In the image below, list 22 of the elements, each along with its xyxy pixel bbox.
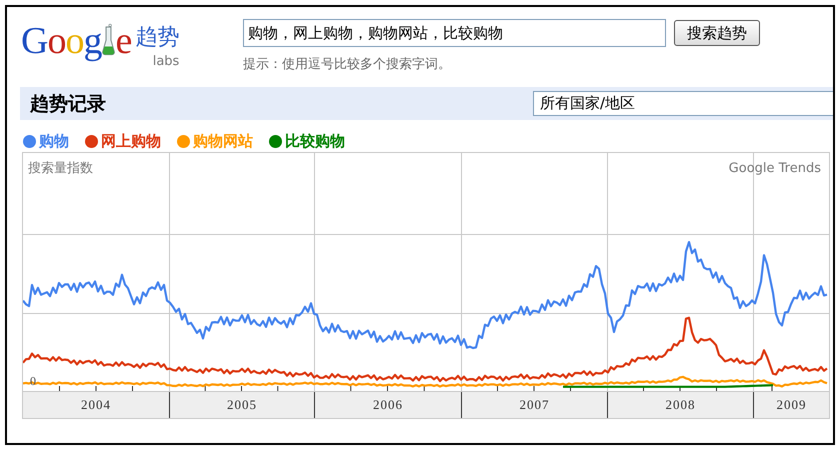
legend-label: 比较购物 — [285, 132, 345, 150]
labs-label: labs — [152, 53, 180, 71]
year-label: 2007 — [461, 392, 607, 418]
logo-text: e — [115, 21, 132, 61]
year-label: 2008 — [607, 392, 753, 418]
hint-text: 提示：使用逗号比较多个搜索字词。 — [243, 56, 452, 73]
y-axis-label: 搜索量指数 — [28, 160, 93, 177]
section-title: 趋势记录 — [30, 92, 106, 116]
year-label: 2009 — [753, 392, 829, 418]
year-label: 2005 — [169, 392, 314, 418]
chart-credit: Google Trends — [728, 161, 821, 176]
legend-label: 购物网站 — [193, 132, 253, 150]
year-label: 2004 — [80, 396, 112, 414]
search-trends-button[interactable]: 搜索趋势 — [674, 20, 760, 46]
legend-label: 购物 — [39, 132, 69, 150]
product-name: 趋势 — [135, 24, 180, 52]
legend-label: 网上购物 — [101, 132, 161, 150]
logo-text: Goog — [21, 21, 102, 61]
search-field[interactable]: 购物，网上购物，购物网站，比较购物 — [243, 19, 666, 47]
year-label: 2006 — [314, 392, 461, 418]
flask-icon — [102, 23, 116, 57]
region-dropdown[interactable]: 所有国家/地区 — [533, 91, 833, 116]
